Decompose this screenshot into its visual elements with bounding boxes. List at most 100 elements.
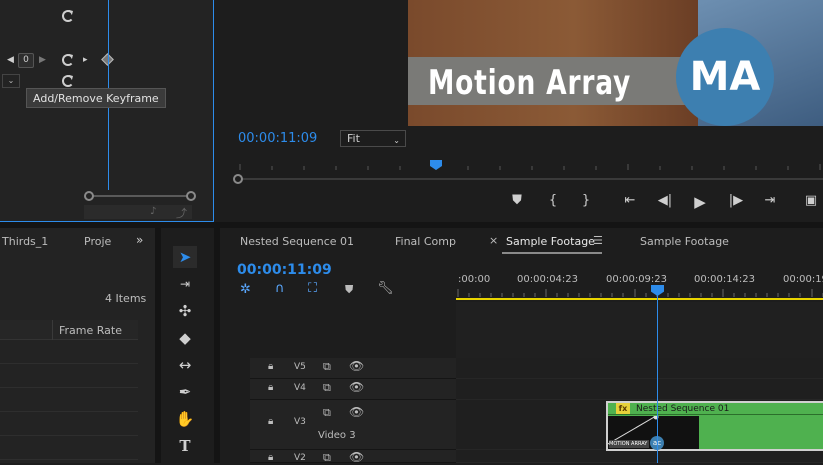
- eye-icon[interactable]: 👁︎: [349, 359, 364, 373]
- project-table-rows: [0, 340, 138, 460]
- program-time-ruler[interactable]: [232, 160, 823, 170]
- fx-badge[interactable]: fx: [616, 403, 630, 414]
- slip-tool-icon[interactable]: ↔: [173, 354, 197, 376]
- panel-overflow-icon[interactable]: »: [136, 233, 143, 247]
- tooltip: Add/Remove Keyframe: [26, 88, 166, 108]
- toggle-sync-icon[interactable]: ⧉: [323, 406, 331, 420]
- project-table-header: Frame Rate: [0, 320, 138, 340]
- step-back-icon[interactable]: ◀|: [655, 193, 675, 208]
- effect-row-1: [0, 6, 213, 28]
- track-lane-v5[interactable]: [456, 358, 823, 379]
- zoom-select[interactable]: Fit ⌄: [340, 130, 406, 147]
- lock-icon[interactable]: 🔒︎: [268, 382, 273, 393]
- track-select-tool-icon[interactable]: ⇥: [173, 273, 197, 295]
- lower-third-bar: Motion Array: [408, 57, 698, 105]
- track-name: V4: [294, 383, 306, 393]
- razor-tool-icon[interactable]: ◆: [173, 327, 197, 349]
- add-marker-icon[interactable]: ⛊: [345, 283, 353, 297]
- go-to-out-icon[interactable]: ⇥: [760, 193, 780, 208]
- linked-selection-icon[interactable]: ⛶: [308, 281, 317, 296]
- tab-final-comp[interactable]: Final Comp: [395, 235, 456, 248]
- clip-name: Nested Sequence 01: [608, 403, 823, 415]
- nest-toggle-icon[interactable]: ✲: [240, 282, 251, 297]
- ruler-label: 00:00:14:23: [694, 274, 756, 285]
- filter-audio-icon[interactable]: ♪: [150, 206, 156, 217]
- zoom-scroll-handle-left[interactable]: [84, 191, 94, 201]
- ruler-label: :00:00: [458, 274, 491, 285]
- zoom-scrollbar[interactable]: [88, 195, 190, 197]
- keyframe-nav-right-icon[interactable]: ▸: [83, 55, 88, 65]
- type-tool-icon[interactable]: T: [173, 435, 197, 457]
- program-scrollbar[interactable]: [240, 178, 823, 180]
- list-item[interactable]: [0, 436, 138, 460]
- items-count: 4 Items: [105, 292, 147, 305]
- tab-project[interactable]: Proje: [84, 235, 111, 248]
- ruler-label: 00:00:19:: [783, 274, 823, 285]
- reset-parameter-icon[interactable]: [62, 75, 74, 87]
- tab-menu-icon[interactable]: ☰: [593, 234, 603, 247]
- reset-parameter-icon[interactable]: [62, 54, 74, 66]
- timeline-settings-icon[interactable]: 🔧︎: [377, 281, 394, 296]
- go-to-in-icon[interactable]: ⇤: [620, 193, 640, 208]
- mark-in-icon[interactable]: {: [543, 193, 563, 208]
- work-area-bar[interactable]: [456, 298, 823, 300]
- timeline-playhead-line[interactable]: [657, 290, 658, 463]
- column-frame-rate[interactable]: Frame Rate: [59, 324, 122, 337]
- clip-thumbnail: MOTION ARRAY ac: [608, 416, 699, 450]
- program-timecode[interactable]: 00:00:11:09: [238, 131, 317, 146]
- program-playhead[interactable]: [430, 160, 442, 170]
- toggle-sync-icon[interactable]: ⧉: [323, 360, 331, 374]
- tab-sample-footage[interactable]: Sample Footage: [640, 235, 729, 248]
- close-tab-icon[interactable]: ×: [489, 234, 498, 247]
- export-frame-icon[interactable]: ⤴: [176, 205, 187, 221]
- dropdown-chevron-icon[interactable]: ⌄: [2, 74, 20, 88]
- timeline-ruler[interactable]: :00:00 00:00:04:23 00:00:09:23 00:00:14:…: [456, 272, 823, 300]
- play-icon[interactable]: ▶: [690, 193, 710, 211]
- step-forward-icon[interactable]: |▶: [726, 193, 746, 208]
- prev-keyframe-icon[interactable]: ◀: [7, 55, 14, 65]
- track-header-v2: 🔒︎ V2 ⧉ 👁︎: [250, 450, 456, 464]
- list-item[interactable]: [0, 388, 138, 412]
- ripple-edit-tool-icon[interactable]: ✣: [173, 300, 197, 322]
- timeline-panel: Nested Sequence 01 Final Comp × Sample F…: [214, 228, 823, 464]
- lock-icon[interactable]: 🔒︎: [268, 361, 273, 372]
- snap-icon[interactable]: ∩: [275, 281, 285, 296]
- track-name: V3: [294, 417, 306, 427]
- eye-icon[interactable]: 👁︎: [349, 450, 364, 464]
- add-remove-keyframe-button[interactable]: 0: [18, 53, 34, 68]
- timeline-tabs: Nested Sequence 01 Final Comp × Sample F…: [220, 228, 823, 254]
- add-marker-icon[interactable]: ⛊: [507, 193, 527, 208]
- tab-sample-footage-active[interactable]: Sample Footage: [506, 235, 595, 248]
- lock-icon[interactable]: 🔒︎: [268, 452, 273, 463]
- program-scroll-handle[interactable]: [233, 174, 243, 184]
- tab-thirds[interactable]: Thirds_1: [2, 235, 48, 248]
- hand-tool-icon[interactable]: ✋: [173, 408, 197, 430]
- list-item[interactable]: [0, 364, 138, 388]
- effect-controls-panel: ◀ 0 ▶ ▸ ⌄ Add/Remove Keyframe ♪ ⤴: [0, 0, 214, 222]
- ma-logo-badge: MA: [676, 28, 774, 126]
- lock-icon[interactable]: 🔒︎: [268, 416, 273, 427]
- eye-icon[interactable]: 👁︎: [349, 380, 364, 394]
- tab-nested-sequence[interactable]: Nested Sequence 01: [240, 235, 354, 248]
- track-lane-v2[interactable]: [456, 450, 823, 463]
- mark-out-icon[interactable]: }: [576, 193, 596, 208]
- effect-row-keyframe: ◀ 0 ▶ ▸: [0, 50, 213, 72]
- ruler-label: 00:00:09:23: [606, 274, 668, 285]
- reset-parameter-icon[interactable]: [62, 10, 74, 22]
- next-keyframe-icon[interactable]: ▶: [39, 55, 46, 65]
- column-divider[interactable]: [52, 320, 53, 340]
- list-item[interactable]: [0, 412, 138, 436]
- selection-tool-icon[interactable]: ➤: [173, 246, 197, 268]
- track-label: Video 3: [318, 430, 356, 441]
- pen-tool-icon[interactable]: ✒: [173, 381, 197, 403]
- list-item[interactable]: [0, 340, 138, 364]
- empty-track-space: [456, 302, 823, 358]
- track-lane-v4[interactable]: [456, 379, 823, 400]
- timeline-clip[interactable]: Nested Sequence 01 fx MOTION ARRAY ac: [606, 401, 823, 451]
- toggle-sync-icon[interactable]: ⧉: [323, 381, 331, 395]
- zoom-scroll-handle-right[interactable]: [186, 191, 196, 201]
- export-frame-icon[interactable]: ▣: [801, 193, 821, 208]
- eye-icon[interactable]: 👁︎: [349, 405, 364, 419]
- program-video-frame: Motion Array MA: [408, 0, 823, 126]
- timeline-timecode[interactable]: 00:00:11:09: [237, 262, 332, 278]
